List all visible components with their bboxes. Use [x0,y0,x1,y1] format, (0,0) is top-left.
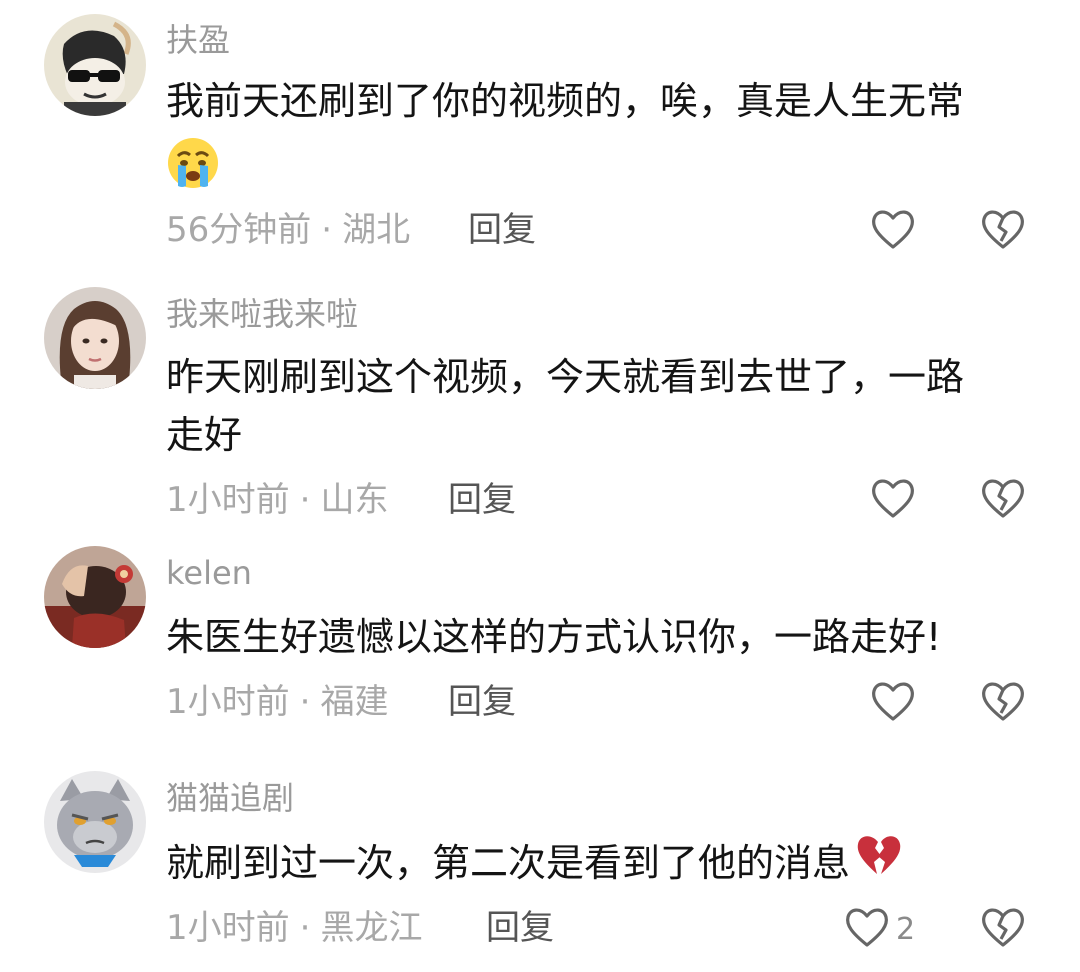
username[interactable]: 扶盈 [166,20,230,60]
like-button[interactable] [868,474,918,524]
dislike-button[interactable] [978,205,1028,255]
heart-outline-icon [872,682,914,721]
timestamp: 1小时前 [166,908,290,948]
username[interactable]: 猫猫追剧 [166,778,294,818]
avatar-grumpy-cat-icon [44,771,146,873]
location: 福建 [320,682,389,722]
reply-button[interactable]: 回复 [486,906,554,950]
location: 山东 [320,480,389,520]
dislike-button[interactable] [978,677,1028,727]
heart-outline-icon [872,210,914,249]
comment-meta: 56分钟前 · 湖北 [166,208,410,252]
reply-button[interactable]: 回复 [448,680,516,724]
like-button[interactable] [842,903,892,953]
like-count: 2 [896,912,916,947]
avatar[interactable] [44,771,146,873]
comment-meta: 1小时前 · 黑龙江 [166,906,422,950]
separator: · [321,210,333,250]
comment-text-body: 就刷到过一次，第二次是看到了他的消息 [166,841,851,885]
dislike-button[interactable] [978,903,1028,953]
username[interactable]: 我来啦我来啦 [166,294,358,334]
crying-face-icon [166,136,220,206]
like-button[interactable] [868,677,918,727]
comment-text-line: 走好 [166,413,243,457]
location: 黑龙江 [320,908,423,948]
timestamp: 1小时前 [166,682,290,722]
comment-text: 朱医生好遗憾以这样的方式认识你，一路走好! [166,608,1046,666]
reply-button[interactable]: 回复 [448,478,516,522]
separator: · [299,480,311,520]
comment-meta: 1小时前 · 福建 [166,680,388,724]
avatar[interactable] [44,546,146,648]
heart-outline-icon [872,479,914,518]
separator: · [299,908,311,948]
comment-text-line: 昨天刚刷到这个视频，今天就看到去世了，一路 [166,355,965,399]
comment-text: 昨天刚刷到这个视频，今天就看到去世了，一路 走好 [166,348,1046,464]
avatar[interactable] [44,14,146,116]
avatar-woman-portrait-icon [44,287,146,389]
comment-text: 就刷到过一次，第二次是看到了他的消息 [166,834,1046,894]
heart-outline-icon [846,908,888,947]
avatar[interactable] [44,287,146,389]
separator: · [299,682,311,722]
broken-heart-outline-icon [982,682,1024,721]
avatar-cartoon-sunglasses-icon [44,14,146,116]
timestamp: 56分钟前 [166,210,312,250]
location: 湖北 [342,210,411,250]
comment-text: 我前天还刷到了你的视频的，唉，真是人生无常 [166,72,1046,206]
broken-heart-outline-icon [982,479,1024,518]
username[interactable]: kelen [166,553,252,593]
avatar-person-hair-icon [44,546,146,648]
reply-button[interactable]: 回复 [468,208,536,252]
comment-meta: 1小时前 · 山东 [166,478,388,522]
dislike-button[interactable] [978,474,1028,524]
comment-text-body: 我前天还刷到了你的视频的，唉，真是人生无常 [166,79,965,123]
like-button[interactable] [868,205,918,255]
broken-heart-outline-icon [982,908,1024,947]
timestamp: 1小时前 [166,480,290,520]
broken-heart-outline-icon [982,210,1024,249]
broken-heart-icon [854,832,904,894]
comment-text-body: 朱医生好遗憾以这样的方式认识你，一路走好! [166,615,942,659]
